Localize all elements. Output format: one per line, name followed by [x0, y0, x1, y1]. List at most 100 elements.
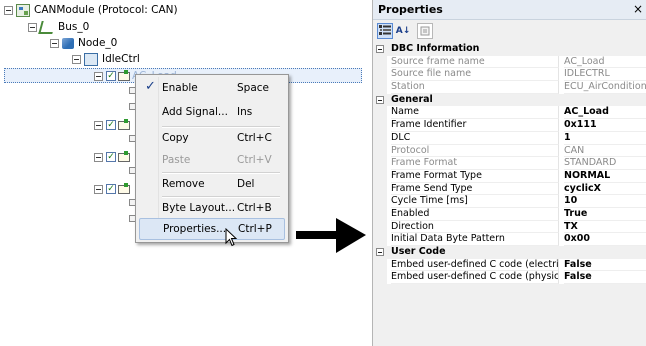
- menu-item-label: Paste: [162, 154, 191, 166]
- menu-item-copy[interactable]: Copy Ctrl+C: [139, 127, 285, 149]
- checkmark-icon: ✓: [145, 79, 156, 94]
- menu-item-shortcut: Ctrl+C: [237, 132, 272, 144]
- collapse-toggle-icon[interactable]: [94, 184, 103, 194]
- property-value: IDLECTRL: [564, 68, 646, 82]
- property-row[interactable]: Source file name IDLECTRL: [373, 68, 646, 82]
- sort-alpha-icon[interactable]: A↓: [395, 23, 411, 39]
- collapse-toggle-icon[interactable]: [50, 38, 59, 48]
- menu-item-properties[interactable]: Properties... Ctrl+P: [139, 218, 285, 240]
- collapse-toggle-icon[interactable]: [376, 248, 384, 256]
- property-value[interactable]: AC_Load: [564, 106, 646, 120]
- menu-item-remove[interactable]: Remove Del: [139, 173, 285, 195]
- property-row[interactable]: Station ECU_AirConditioner: [373, 81, 646, 94]
- tree-node-bus[interactable]: Bus_0: [28, 19, 89, 35]
- property-row[interactable]: Frame Identifier 0x111: [373, 119, 646, 132]
- property-grid: DBC Information Source frame name AC_Load…: [373, 43, 646, 285]
- tree-node-idlectrl[interactable]: IdleCtrl: [72, 51, 140, 67]
- collapse-toggle-icon[interactable]: [94, 152, 103, 162]
- menu-item-add-signal[interactable]: Add Signal... Ins: [139, 101, 285, 123]
- property-value[interactable]: True: [564, 208, 646, 221]
- enable-checkbox[interactable]: ✓: [106, 184, 116, 194]
- menu-item-shortcut: Ctrl+B: [237, 202, 272, 214]
- property-value: CAN: [564, 145, 646, 158]
- enable-checkbox[interactable]: ✓: [106, 120, 116, 130]
- menu-item-label: Remove: [162, 178, 205, 190]
- enable-checkbox[interactable]: ✓: [106, 71, 116, 81]
- property-value[interactable]: cyclicX: [564, 183, 646, 196]
- menu-item-shortcut: Ctrl+P: [238, 223, 272, 235]
- property-row[interactable]: Embed user-defined C code (physical) Fals…: [373, 271, 646, 285]
- property-row[interactable]: Protocol CAN: [373, 144, 646, 158]
- property-value[interactable]: TX: [564, 221, 646, 234]
- collapse-toggle-icon[interactable]: [28, 22, 37, 32]
- tree-node-root[interactable]: CANModule (Protocol: CAN): [4, 2, 178, 18]
- property-row[interactable]: Embed user-defined C code (electrical) Fa…: [373, 258, 646, 272]
- tree-label-node: Node_0: [78, 37, 118, 49]
- property-row[interactable]: Enabled True: [373, 207, 646, 221]
- tree-label-idle: IdleCtrl: [102, 53, 140, 65]
- property-value: AC_Load: [564, 56, 646, 69]
- property-row[interactable]: Source frame name AC_Load: [373, 55, 646, 69]
- property-row[interactable]: Frame Format STANDARD: [373, 157, 646, 170]
- collapse-toggle-icon[interactable]: [94, 71, 103, 81]
- property-value[interactable]: False: [564, 259, 646, 272]
- frame-icon: [118, 69, 130, 81]
- property-name: Cycle Time [ms]: [391, 195, 559, 208]
- property-value[interactable]: 0x00: [564, 233, 646, 246]
- category-user-code[interactable]: User Code: [373, 246, 646, 259]
- categorized-icon[interactable]: [377, 23, 393, 39]
- collapse-toggle-icon[interactable]: [376, 95, 384, 104]
- category-general[interactable]: General: [373, 93, 646, 107]
- property-row[interactable]: DLC 1: [373, 131, 646, 145]
- menu-item-paste[interactable]: Paste Ctrl+V: [139, 149, 285, 171]
- properties-toolbar: A↓: [373, 20, 646, 42]
- collapse-toggle-icon[interactable]: [376, 45, 384, 53]
- frame-icon: [118, 150, 130, 162]
- property-value[interactable]: 0x111: [564, 119, 646, 132]
- categorized-view-icon: [379, 25, 391, 35]
- menu-item-shortcut: Ins: [237, 106, 253, 118]
- tree-node-frame[interactable]: ✓: [94, 149, 132, 165]
- property-value[interactable]: NORMAL: [564, 170, 646, 183]
- property-value: STANDARD: [564, 157, 646, 170]
- menu-item-enable[interactable]: ✓ Enable Space: [139, 77, 285, 99]
- property-row[interactable]: Cycle Time [ms] 10: [373, 195, 646, 208]
- menu-item-label: Properties...: [163, 223, 227, 235]
- close-icon[interactable]: ×: [633, 0, 643, 19]
- property-pages-icon[interactable]: [417, 23, 433, 39]
- property-row[interactable]: Initial Data Byte Pattern 0x00: [373, 233, 646, 246]
- property-name: Enabled: [391, 207, 559, 221]
- property-value[interactable]: False: [564, 271, 646, 285]
- enable-checkbox[interactable]: ✓: [106, 152, 116, 162]
- category-label: General: [391, 93, 433, 105]
- property-row[interactable]: Direction TX: [373, 220, 646, 234]
- property-row[interactable]: Frame Format Type NORMAL: [373, 169, 646, 183]
- property-name: Station: [391, 81, 559, 94]
- property-value[interactable]: 10: [564, 195, 646, 208]
- properties-title-bar: Properties ×: [373, 0, 646, 20]
- tree-node-frame[interactable]: ✓: [94, 117, 132, 133]
- property-value[interactable]: 1: [564, 132, 646, 145]
- collapse-toggle-icon[interactable]: [94, 120, 103, 130]
- property-name: Embed user-defined C code (physical): [391, 271, 559, 285]
- menu-item-label: Copy: [162, 132, 189, 144]
- property-name: Initial Data Byte Pattern: [391, 233, 559, 246]
- properties-panel: Properties × A↓ DBC Information Source f…: [372, 0, 646, 346]
- property-name: Protocol: [391, 144, 559, 158]
- menu-item-byte-layout[interactable]: Byte Layout... Ctrl+B: [139, 197, 285, 219]
- property-row[interactable]: Frame Send Type cyclicX: [373, 182, 646, 196]
- category-label: DBC Information: [391, 43, 480, 54]
- property-name: Embed user-defined C code (electrical): [391, 258, 559, 272]
- property-name: Frame Format: [391, 157, 559, 170]
- properties-title: Properties: [378, 3, 443, 16]
- menu-item-shortcut: Ctrl+V: [237, 154, 272, 166]
- tree-node-node[interactable]: Node_0: [50, 35, 117, 51]
- property-name: DLC: [391, 131, 559, 145]
- collapse-toggle-icon[interactable]: [4, 5, 13, 15]
- tree-node-frame[interactable]: ✓: [94, 181, 132, 197]
- property-row[interactable]: Name AC_Load: [373, 106, 646, 120]
- property-name: Name: [391, 106, 559, 120]
- category-dbc-information[interactable]: DBC Information: [373, 43, 646, 56]
- collapse-toggle-icon[interactable]: [72, 54, 81, 64]
- property-pages-glyph-icon: [420, 26, 430, 36]
